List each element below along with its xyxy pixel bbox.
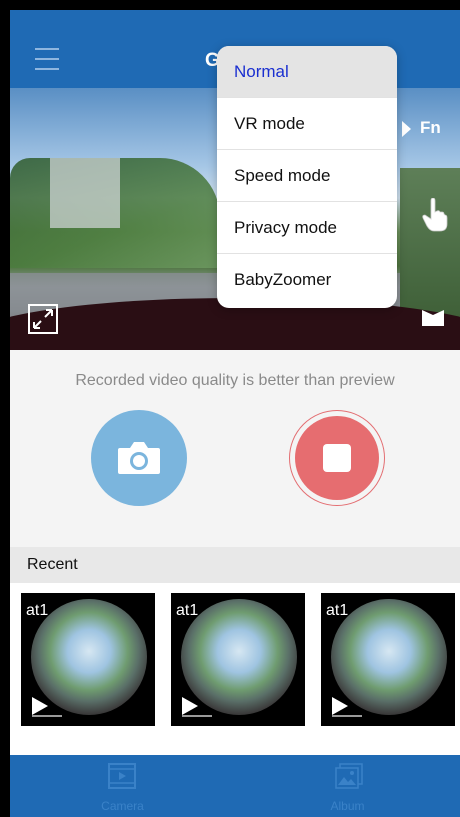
fullscreen-icon[interactable] (28, 304, 58, 334)
tab-album[interactable]: Album (235, 755, 460, 817)
play-icon (32, 697, 48, 715)
view-mode-icon[interactable] (422, 310, 444, 326)
menu-item-babyzoomer[interactable]: BabyZoomer (217, 254, 397, 306)
stop-icon (323, 444, 351, 472)
tab-album-label: Album (330, 799, 365, 813)
menu-item-normal[interactable]: Normal (217, 46, 397, 98)
menu-item-speed-mode[interactable]: Speed mode (217, 150, 397, 202)
recent-video-thumbnail[interactable]: at1 (171, 593, 305, 726)
recent-thumbnails: at1 at1 at1 (10, 583, 460, 755)
record-video-button[interactable] (295, 416, 379, 500)
camera-film-icon (108, 763, 136, 789)
thumbnail-filename: at1 (326, 602, 349, 619)
recent-section-header: Recent (10, 547, 460, 583)
fn-button[interactable]: Fn (420, 118, 441, 138)
menu-icon[interactable] (35, 48, 59, 70)
menu-item-privacy-mode[interactable]: Privacy mode (217, 202, 397, 254)
bottom-tab-bar: Camera Album (10, 755, 460, 817)
quality-note: Recorded video quality is better than pr… (75, 372, 395, 389)
recent-video-thumbnail[interactable]: at1 (21, 593, 155, 726)
camera-icon (118, 442, 160, 474)
app-screen: G Fn Normal VR mode Speed mode Privacy m… (10, 10, 460, 817)
gesture-hand-icon[interactable] (422, 197, 448, 232)
play-icon (332, 697, 348, 715)
fn-mode-menu: Normal VR mode Speed mode Privacy mode B… (217, 46, 397, 308)
thumbnail-filename: at1 (26, 602, 49, 619)
play-icon (182, 697, 198, 715)
menu-item-vr-mode[interactable]: VR mode (217, 98, 397, 150)
recent-video-thumbnail[interactable]: at1 (321, 593, 455, 726)
tab-camera[interactable]: Camera (10, 755, 235, 817)
album-icon (335, 763, 363, 789)
capture-controls: Recorded video quality is better than pr… (10, 350, 460, 547)
thumbnail-filename: at1 (176, 602, 199, 619)
tab-camera-label: Camera (101, 799, 144, 813)
fn-menu-pointer (402, 121, 411, 137)
take-photo-button[interactable] (91, 410, 187, 506)
recent-label: Recent (27, 556, 78, 573)
